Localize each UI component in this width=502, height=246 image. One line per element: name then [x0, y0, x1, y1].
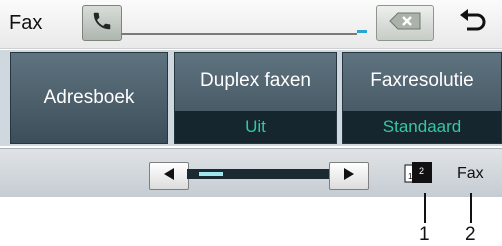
- backspace-x-icon: [388, 11, 422, 36]
- scroll-left-button[interactable]: [149, 162, 189, 190]
- input-cursor: [357, 30, 367, 33]
- fax-resolution-button[interactable]: Faxresolutie Standaard: [342, 52, 502, 144]
- fax-resolution-label: Faxresolutie: [370, 70, 474, 91]
- left-arrow-icon: [162, 167, 176, 186]
- address-book-label: Adresboek: [43, 87, 135, 108]
- mode-label: Fax: [9, 12, 43, 34]
- fax-status-label: Fax: [457, 165, 484, 182]
- duplex-fax-label: Duplex faxen: [200, 70, 311, 91]
- callout-line-2: [470, 193, 472, 223]
- callout-line-1: [424, 193, 426, 223]
- top-bar: Fax: [0, 0, 502, 49]
- delete-button[interactable]: [376, 5, 434, 41]
- duplex-fax-button[interactable]: Duplex faxen Uit: [174, 52, 337, 144]
- address-book-button[interactable]: Adresboek: [10, 52, 168, 144]
- lcd-screen: Fax Adresboek Duplex faxen Uit Faxresolu…: [0, 0, 502, 197]
- scroll-indicator[interactable]: [187, 169, 329, 179]
- right-arrow-icon: [342, 167, 356, 186]
- return-arrow-icon: [458, 7, 488, 40]
- phone-icon: [91, 10, 113, 37]
- option-buttons-row: Adresboek Duplex faxen Uit Faxresolutie …: [0, 50, 502, 146]
- scroll-right-button[interactable]: [329, 162, 369, 190]
- fax-resolution-value: Standaard: [343, 111, 501, 143]
- page-back-number: 2: [419, 166, 424, 176]
- bottom-bar: 1 2 Fax: [0, 148, 502, 197]
- hook-button[interactable]: [82, 5, 122, 41]
- duplex-pages-icon: 1 2: [404, 161, 436, 185]
- scroll-thumb: [199, 172, 224, 176]
- number-input-field[interactable]: [121, 33, 357, 35]
- duplex-fax-value: Uit: [175, 111, 336, 143]
- back-button[interactable]: [450, 4, 496, 42]
- page-front-number: 1: [408, 172, 413, 181]
